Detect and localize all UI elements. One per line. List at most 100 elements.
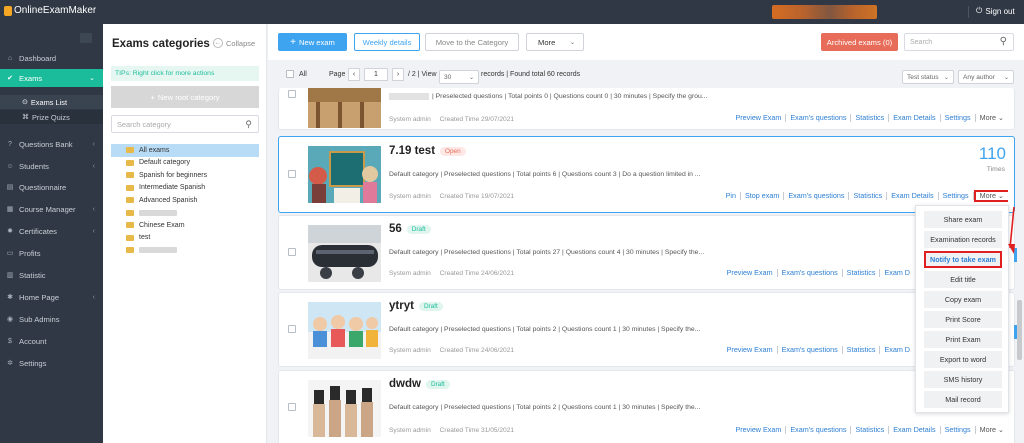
sidebar-item-account[interactable]: $ Account — [0, 332, 103, 350]
preview-exam-link[interactable]: Preview Exam — [723, 346, 778, 354]
menu-item-copy-exam[interactable]: Copy exam — [924, 291, 1002, 308]
per-page-select[interactable]: 30 ⌄ — [439, 70, 479, 84]
exam-card[interactable]: ytryt Draft Default category | Preselect… — [278, 292, 1017, 367]
exam-thumbnail[interactable] — [308, 380, 381, 437]
exam-details-link[interactable]: Exam D — [880, 346, 914, 354]
exam-thumbnail[interactable] — [308, 146, 381, 203]
statistics-link[interactable]: Statistics — [851, 114, 890, 122]
tree-item-blurred[interactable] — [111, 207, 259, 220]
exam-thumbnail[interactable] — [308, 88, 381, 128]
exam-card[interactable]: dwdw Draft Default category | Preselecte… — [278, 370, 1015, 443]
weekly-details-button[interactable]: Weekly details — [354, 33, 420, 51]
sidebar-item-questionnaire[interactable]: ▤ Questionnaire — [0, 178, 103, 196]
select-all-checkbox[interactable] — [286, 70, 294, 78]
author-filter[interactable]: Any author ⌄ — [958, 70, 1014, 84]
statistics-link[interactable]: Statistics — [851, 426, 890, 434]
prev-page-button[interactable]: ‹ — [348, 68, 360, 81]
sidebar-item-settings[interactable]: ✲ Settings — [0, 354, 103, 372]
menu-item-sms-history[interactable]: SMS history — [924, 371, 1002, 388]
sign-out-button[interactable]: ⏻ Sign out — [976, 6, 1015, 16]
settings-link[interactable]: Settings — [941, 114, 976, 122]
new-exam-button[interactable]: + New exam — [278, 33, 347, 51]
next-page-button[interactable]: › — [392, 68, 404, 81]
menu-item-print-score[interactable]: Print Score — [924, 311, 1002, 328]
exam-thumbnail[interactable] — [308, 225, 381, 282]
more-actions-trigger[interactable]: More ⌄ — [976, 426, 1008, 434]
settings-link[interactable]: Settings — [941, 426, 976, 434]
menu-item-print-exam[interactable]: Print Exam — [924, 331, 1002, 348]
menu-item-examination-records[interactable]: Examination records — [924, 231, 1002, 248]
exam-title[interactable]: ytryt Draft — [389, 300, 443, 312]
sidebar-item-certificates[interactable]: ✹ Certificates ‹ — [0, 222, 103, 240]
exam-questions-link[interactable]: Exam's questions — [778, 346, 843, 354]
menu-item-share-exam[interactable]: Share exam — [924, 211, 1002, 228]
more-actions-trigger[interactable]: More ⌄ — [973, 190, 1008, 202]
menu-item-export-to-word[interactable]: Export to word — [924, 351, 1002, 368]
exam-details-link[interactable]: Exam Details — [889, 426, 941, 434]
tree-item-default-category[interactable]: Default category — [111, 157, 259, 170]
tree-item-intermediate-spanish[interactable]: Intermediate Spanish — [111, 182, 259, 195]
more-actions-trigger[interactable]: More ⌄ — [976, 114, 1008, 122]
exam-title[interactable]: 56 Draft — [389, 223, 431, 235]
sidebar-item-exams[interactable]: ✔ Exams ⌄ — [0, 69, 103, 87]
sidebar-subitem-prize-quizs[interactable]: ⌘ Prize Quizs — [0, 110, 103, 124]
app-logo[interactable]: OnlineExamMaker — [4, 5, 96, 16]
exam-details-link[interactable]: Exam Details — [887, 192, 939, 200]
stop-exam-link[interactable]: Stop exam — [741, 192, 785, 200]
exam-checkbox[interactable] — [288, 170, 296, 178]
exam-thumbnail[interactable] — [308, 302, 381, 359]
exam-title[interactable]: 7.19 test Open — [389, 145, 466, 157]
exam-card[interactable]: 7.19 test Open Default category | Presel… — [278, 136, 1015, 213]
exam-checkbox[interactable] — [288, 325, 296, 333]
menu-item-mail-record[interactable]: Mail record — [924, 391, 1002, 408]
page-scrollbar[interactable] — [1017, 300, 1022, 360]
sidebar-item-students[interactable]: ☺ Students ‹ — [0, 157, 103, 175]
move-to-category-button[interactable]: Move to the Category — [425, 33, 519, 51]
exam-search-input[interactable]: Search ⚲ — [904, 33, 1014, 51]
test-status-filter[interactable]: Test status ⌄ — [902, 70, 954, 84]
tree-item-spanish-beginners[interactable]: Spanish for beginners — [111, 169, 259, 182]
sidebar-item-questions-bank[interactable]: ? Questions Bank ‹ — [0, 135, 103, 153]
exam-card[interactable]: | Preselected questions | Total points 0… — [278, 88, 1015, 130]
sidebar-item-course-manager[interactable]: ▦ Course Manager ‹ — [0, 200, 103, 218]
exam-questions-link[interactable]: Exam's questions — [784, 192, 850, 200]
sidebar-item-sub-admins[interactable]: ◉ Sub Admins — [0, 310, 103, 328]
statistics-link[interactable]: Statistics — [843, 346, 881, 354]
exam-checkbox[interactable] — [288, 90, 296, 98]
tree-item-advanced-spanish[interactable]: Advanced Spanish — [111, 194, 259, 207]
exam-card[interactable]: 56 Draft Default category | Preselected … — [278, 215, 1017, 290]
statistics-link[interactable]: Statistics — [843, 269, 881, 277]
preview-exam-link[interactable]: Preview Exam — [731, 426, 787, 434]
tree-item-test[interactable]: test — [111, 232, 259, 245]
exam-title[interactable]: dwdw Draft — [389, 378, 450, 390]
sidebar-toggle-icon[interactable] — [80, 33, 92, 43]
statistics-link[interactable]: Statistics — [849, 192, 888, 200]
exam-checkbox[interactable] — [288, 403, 296, 411]
collapse-button[interactable]: ← Collapse — [213, 38, 255, 48]
sidebar-subitem-exams-list[interactable]: ⊙ Exams List — [0, 95, 103, 109]
tree-item-blurred[interactable] — [111, 244, 259, 257]
exam-checkbox[interactable] — [288, 248, 296, 256]
exam-questions-link[interactable]: Exam's questions — [786, 426, 852, 434]
sidebar-item-statistic[interactable]: ▥ Statistic — [0, 266, 103, 284]
pin-link[interactable]: Pin — [722, 192, 742, 200]
settings-link[interactable]: Settings — [939, 192, 974, 200]
tree-item-chinese-exam[interactable]: Chinese Exam — [111, 219, 259, 232]
category-search-input[interactable]: Search category ⚲ — [111, 115, 259, 133]
exam-details-link[interactable]: Exam Details — [889, 114, 941, 122]
exam-details-link[interactable]: Exam D — [880, 269, 914, 277]
exam-questions-link[interactable]: Exam's questions — [778, 269, 843, 277]
sidebar-item-home-page[interactable]: ✱ Home Page ‹ — [0, 288, 103, 306]
menu-item-notify-to-take-exam[interactable]: Notify to take exam — [924, 251, 1002, 268]
sidebar-item-profits[interactable]: ▭ Profits — [0, 244, 103, 262]
preview-exam-link[interactable]: Preview Exam — [723, 269, 778, 277]
search-icon[interactable]: ⚲ — [1000, 36, 1007, 47]
more-dropdown[interactable]: More ⌄ — [526, 33, 584, 51]
exam-questions-link[interactable]: Exam's questions — [786, 114, 852, 122]
new-root-category-button[interactable]: + New root category — [111, 86, 259, 108]
archived-exams-button[interactable]: Archived exams (0) — [821, 33, 898, 51]
preview-exam-link[interactable]: Preview Exam — [731, 114, 787, 122]
sidebar-item-dashboard[interactable]: ⌂ Dashboard — [0, 49, 103, 67]
user-info-blurred[interactable] — [772, 5, 877, 19]
menu-item-edit-title[interactable]: Edit title — [924, 271, 1002, 288]
